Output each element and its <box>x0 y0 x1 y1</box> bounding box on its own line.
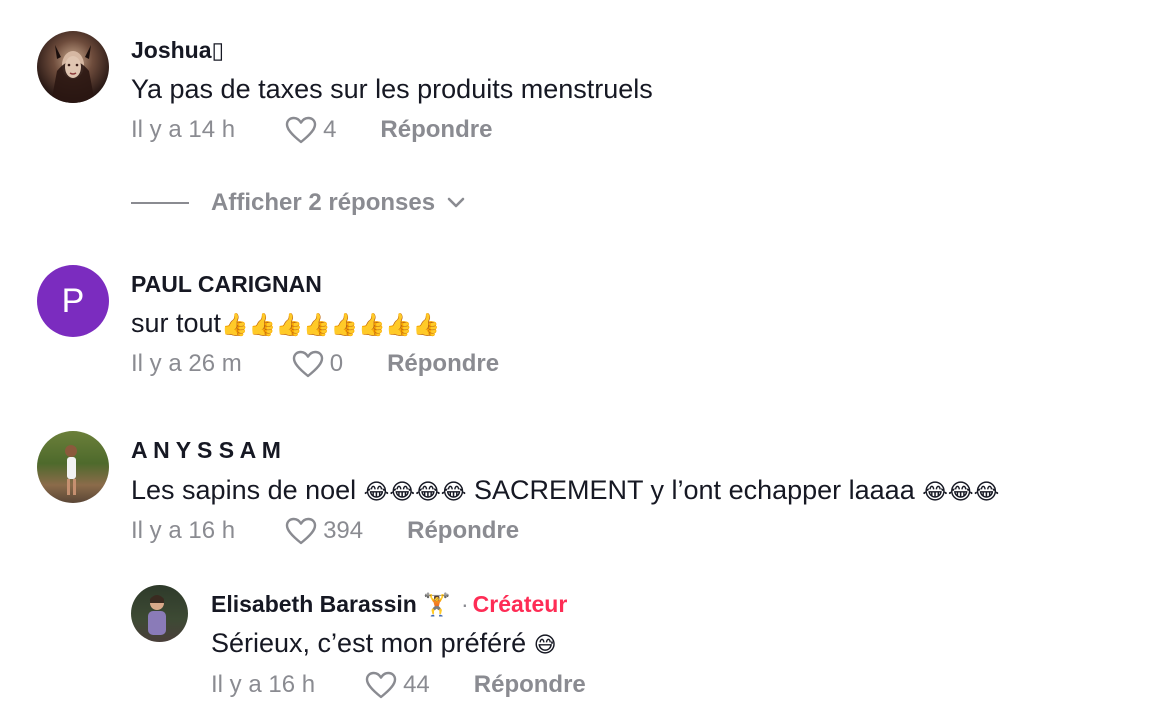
reply-button[interactable]: Répondre <box>407 517 519 545</box>
comment-timestamp: Il y a 14 h <box>131 116 236 143</box>
sweat-smile-emoji: 😅 <box>533 633 557 658</box>
creator-badge: Créateur <box>472 591 568 617</box>
like-button[interactable]: 44 <box>365 671 430 699</box>
like-count: 394 <box>323 517 364 544</box>
avatar-anyssam[interactable] <box>37 431 109 503</box>
avatar-image <box>51 45 95 103</box>
heart-icon <box>285 517 317 545</box>
comment-timestamp: Il y a 26 m <box>131 350 242 377</box>
comment-timestamp: Il y a 16 h <box>211 671 316 698</box>
like-count: 44 <box>403 671 430 698</box>
avatar-joshua[interactable] <box>37 31 109 103</box>
comment-text-part: Les sapins de noel <box>131 475 364 505</box>
comment-text-main: Sérieux, c’est mon préféré <box>211 628 534 658</box>
view-replies-label: Afficher 2 réponses <box>211 189 436 216</box>
comment-text-part: SACREMENT y l’ont echapper laaaa <box>466 475 923 505</box>
comment-username[interactable]: Elisabeth Barassin <box>211 591 417 617</box>
comment-text: Sérieux, c’est mon préféré 😅 <box>211 628 557 659</box>
avatar-image <box>148 595 166 635</box>
reply-button[interactable]: Répondre <box>380 116 492 144</box>
comment-meta: Il y a 16 h 44 Répondre <box>211 671 586 699</box>
comment-text: Les sapins de noel 😂😂😂😂 SACREMENT y l’on… <box>131 475 999 506</box>
comment-username[interactable]: Joshua▯ <box>131 37 224 64</box>
avatar-letter: P <box>61 281 85 320</box>
reply-button[interactable]: Répondre <box>387 350 499 378</box>
comment-text-main: sur tout <box>131 308 222 338</box>
reply-username-row: Elisabeth Barassin 🏋 · Créateur <box>211 591 567 618</box>
avatar-elisabeth[interactable] <box>131 585 188 642</box>
comment-username[interactable]: PAUL CARIGNAN <box>131 271 322 298</box>
heart-icon <box>292 350 323 378</box>
like-button[interactable]: 0 <box>292 350 343 378</box>
replies-divider <box>131 202 189 204</box>
like-button[interactable]: 394 <box>285 517 363 545</box>
weightlifter-emoji: 🏋 <box>423 593 451 618</box>
reply-button[interactable]: Répondre <box>474 671 586 699</box>
avatar-image <box>65 445 77 495</box>
avatar-paul[interactable]: P <box>37 265 109 337</box>
laughing-emoji: 😂😂😂 <box>922 480 1000 505</box>
view-replies-button[interactable]: Afficher 2 réponses <box>131 186 465 220</box>
comment-text: sur tout👍👍👍👍👍👍👍👍 <box>131 308 440 339</box>
comment-timestamp: Il y a 16 h <box>131 517 236 544</box>
comment-meta: Il y a 14 h 4 Répondre <box>131 116 492 144</box>
separator-dot: · <box>461 591 469 617</box>
heart-icon <box>285 116 317 144</box>
comment-meta: Il y a 26 m 0 Répondre <box>131 350 499 378</box>
like-count: 0 <box>329 350 344 377</box>
heart-icon <box>365 671 397 699</box>
like-button[interactable]: 4 <box>285 116 336 144</box>
comment-username[interactable]: A N Y S S A M <box>131 437 281 464</box>
like-count: 4 <box>323 116 337 143</box>
chevron-down-icon <box>447 197 465 208</box>
laughing-emoji: 😂😂😂😂 <box>363 480 467 505</box>
comment-text: Ya pas de taxes sur les produits menstru… <box>131 74 653 104</box>
thumbs-up-emoji: 👍👍👍👍👍👍👍👍 <box>221 313 441 338</box>
comment-meta: Il y a 16 h 394 Répondre <box>131 517 519 545</box>
